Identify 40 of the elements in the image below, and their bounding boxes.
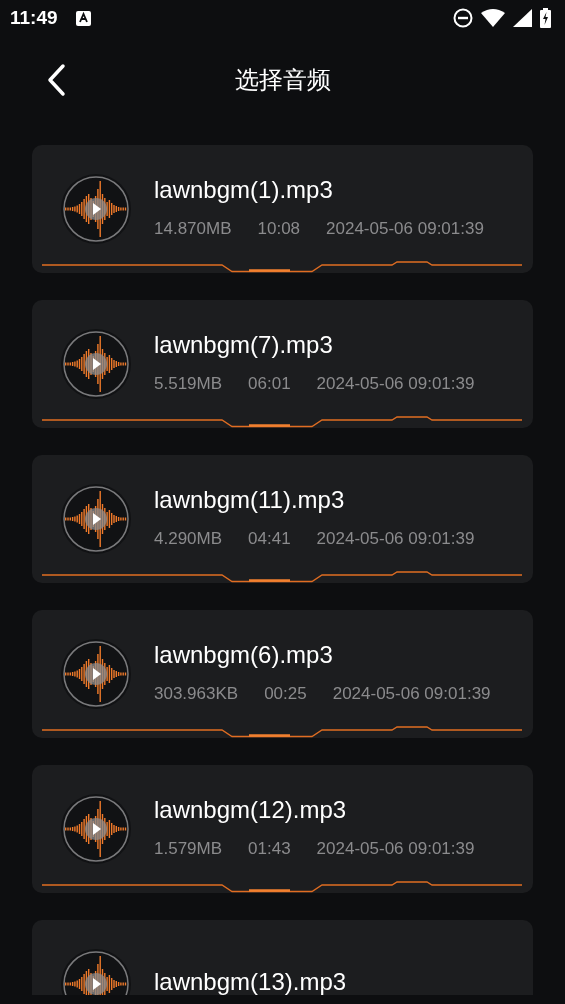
file-size: 4.290MB <box>154 528 223 549</box>
wifi-icon <box>481 9 505 27</box>
file-name: lawnbgm(11).mp3 <box>154 485 346 514</box>
audio-file-card[interactable]: lawnbgm(7).mp3 5.519MB 06:01 2024-05-06 09:01:39 <box>32 300 533 428</box>
file-size: 5.519MB <box>154 373 223 394</box>
file-size: 303.963KB <box>154 683 239 704</box>
audio-file-card[interactable]: lawnbgm(11).mp3 4.290MB 04:41 2024-05-06 09:01:39 <box>32 455 533 583</box>
waveform-play-icon <box>60 638 132 710</box>
file-duration: 10:08 <box>257 218 301 239</box>
file-duration: 00:25 <box>264 683 307 704</box>
audio-file-card[interactable]: lawnbgm(1).mp3 14.870MB 10:08 2024-05-06 09:01:39 <box>32 145 533 273</box>
audio-file-card[interactable]: lawnbgm(6).mp3 303.963KB 00:25 2024-05-06 09:01:39 <box>32 610 533 738</box>
signal-icon <box>513 9 532 27</box>
waveform-play-icon <box>60 793 132 865</box>
waveform-play-icon <box>60 173 132 245</box>
file-name: lawnbgm(6).mp3 <box>154 640 334 669</box>
file-size: 1.579MB <box>154 838 223 859</box>
waveform-play-icon <box>60 328 132 400</box>
battery-icon <box>540 8 551 28</box>
file-date: 2024-05-06 09:01:39 <box>316 528 475 549</box>
file-name: lawnbgm(1).mp3 <box>154 175 334 204</box>
chevron-left-icon <box>46 63 66 97</box>
file-name: lawnbgm(7).mp3 <box>154 330 334 359</box>
do-not-disturb-icon <box>453 8 473 28</box>
file-date: 2024-05-06 09:01:39 <box>316 838 475 859</box>
status-time: 11:49 <box>10 7 58 29</box>
keyboard-icon <box>75 10 91 26</box>
file-name: lawnbgm(13).mp3 <box>154 968 347 995</box>
file-size: 14.870MB <box>154 218 232 239</box>
file-date: 2024-05-06 09:01:39 <box>332 683 491 704</box>
file-duration: 04:41 <box>248 528 291 549</box>
audio-file-card[interactable]: lawnbgm(13).mp3 <box>32 920 533 995</box>
file-name: lawnbgm(12).mp3 <box>154 795 348 824</box>
waveform-play-icon <box>60 483 132 555</box>
file-duration: 01:43 <box>248 838 291 859</box>
file-duration: 06:01 <box>248 373 291 394</box>
file-date: 2024-05-06 09:01:39 <box>326 218 484 239</box>
page-title: 选择音频 <box>234 64 331 95</box>
audio-file-card[interactable]: lawnbgm(12).mp3 1.579MB 01:43 2024-05-06 09:01:39 <box>32 765 533 893</box>
file-date: 2024-05-06 09:01:39 <box>316 373 475 394</box>
